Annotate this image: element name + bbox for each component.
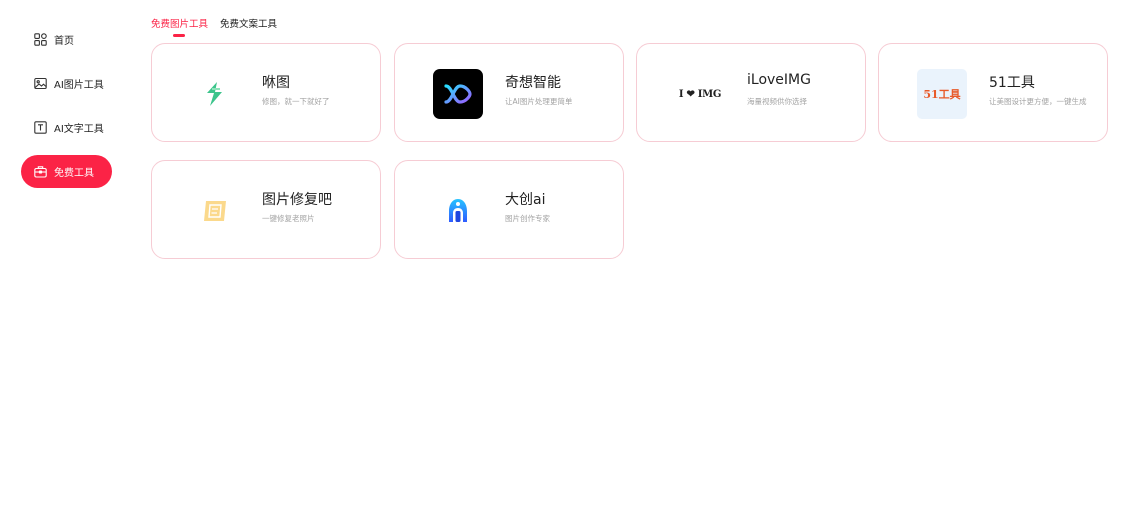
sidebar-item-free-tools[interactable]: 免费工具 <box>21 155 112 188</box>
tool-card-qixiang[interactable]: 奇想智能 让AI图片处理更简单 <box>394 43 624 142</box>
tool-description: 海量视频供你选择 <box>747 97 807 106</box>
dachuang-logo-icon <box>433 186 483 236</box>
iloveimg-logo-icon: I ❤ IMG <box>675 69 725 119</box>
tool-name: 奇想智能 <box>505 75 561 91</box>
sidebar-item-ai-text-tools[interactable]: AI文字工具 <box>21 111 112 144</box>
sidebar-item-label: AI图片工具 <box>54 80 104 91</box>
tool-card-image-repair[interactable]: 图片修复吧 一键修复老照片 <box>151 160 381 259</box>
image-repair-logo-icon <box>190 186 240 236</box>
tab-free-image-tools[interactable]: 免费图片工具 <box>151 17 208 39</box>
sidebar-item-label: AI文字工具 <box>54 124 104 135</box>
image-icon <box>33 77 47 91</box>
category-tabs: 免费图片工具 免费文案工具 <box>151 17 277 39</box>
tool-description: 让美图设计更方便，一键生成 <box>989 97 1087 106</box>
logo-text: I ❤ IMG <box>678 88 722 100</box>
text-icon <box>33 121 47 135</box>
tool-name: 咻图 <box>262 75 290 91</box>
tool-description: 图片创作专家 <box>505 214 550 223</box>
tool-card-xiutu[interactable]: 咻图 修图，就一下就好了 <box>151 43 381 142</box>
sidebar: 首页 AI图片工具 AI文字工具 免费工具 <box>0 0 135 505</box>
toolbox-icon <box>33 165 47 179</box>
tool-description: 让AI图片处理更简单 <box>505 97 573 106</box>
51tools-logo-icon: 51工具 <box>917 69 967 119</box>
tool-name: 大创ai <box>505 192 546 208</box>
tool-name: 图片修复吧 <box>262 192 332 208</box>
app-root: 首页 AI图片工具 AI文字工具 免费工具 免费图片工具 免费文案工具 咻图 修… <box>0 0 1125 505</box>
tool-card-iloveimg[interactable]: I ❤ IMG iLoveIMG 海量视频供你选择 <box>636 43 866 142</box>
sidebar-item-label: 首页 <box>54 36 74 47</box>
sidebar-item-ai-image-tools[interactable]: AI图片工具 <box>21 67 112 100</box>
tool-card-dachuang[interactable]: 大创ai 图片创作专家 <box>394 160 624 259</box>
qixiang-logo-icon <box>433 69 483 119</box>
sidebar-item-home[interactable]: 首页 <box>21 23 112 56</box>
tab-free-copywriting-tools[interactable]: 免费文案工具 <box>220 17 277 39</box>
tool-card-51tools[interactable]: 51工具 51工具 让美图设计更方便，一键生成 <box>878 43 1108 142</box>
sidebar-item-label: 免费工具 <box>54 168 94 179</box>
tool-name: 51工具 <box>989 75 1035 91</box>
xiutu-logo-icon <box>190 69 240 119</box>
tool-description: 修图，就一下就好了 <box>262 97 330 106</box>
tool-description: 一键修复老照片 <box>262 214 315 223</box>
grid-icon <box>33 33 47 47</box>
logo-text: 51工具 <box>923 88 961 101</box>
tool-name: iLoveIMG <box>747 72 811 88</box>
